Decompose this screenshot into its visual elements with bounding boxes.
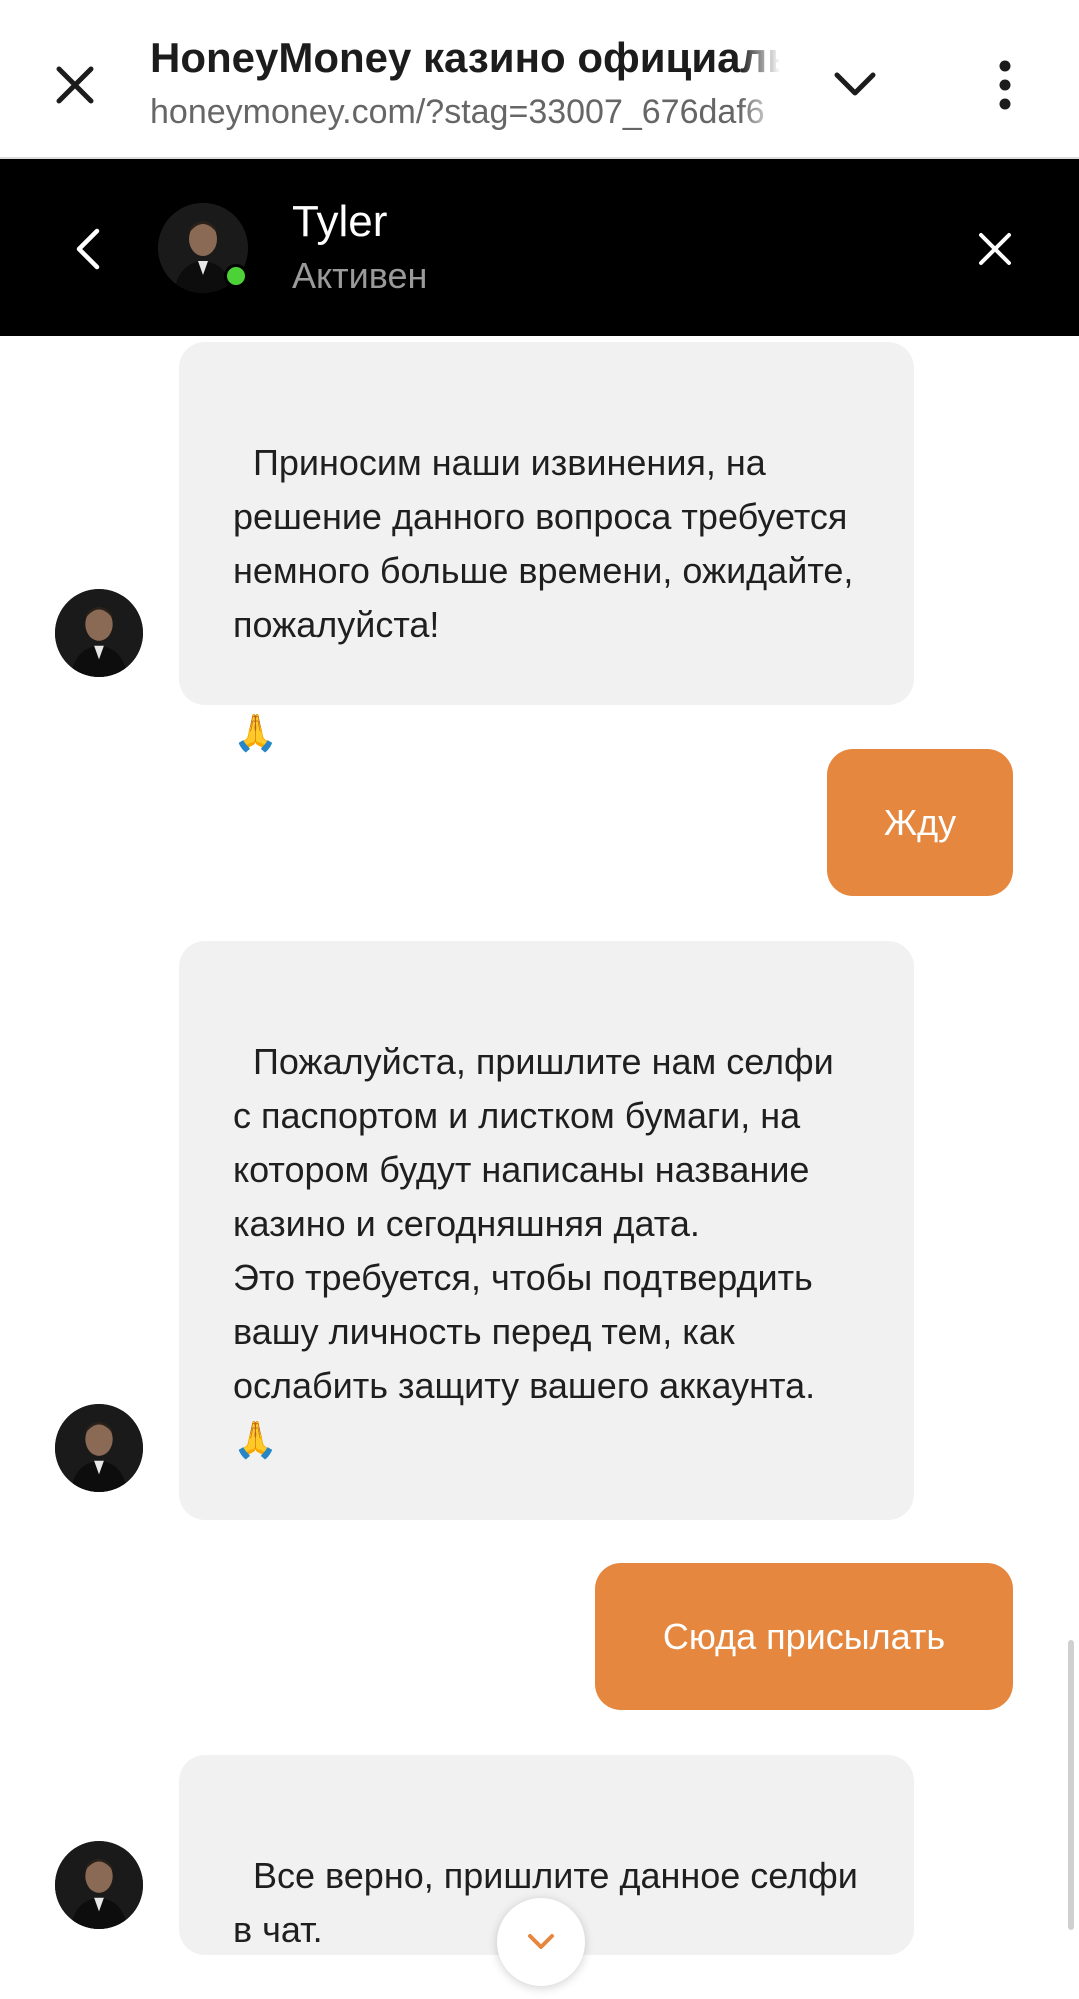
title-fade xyxy=(740,30,780,140)
close-icon[interactable] xyxy=(960,214,1030,284)
page-title: HoneyMoney казино официаль xyxy=(150,34,780,81)
browser-toolbar: HoneyMoney казино официаль honeymoney.co… xyxy=(0,0,1079,159)
chevron-down-icon[interactable] xyxy=(820,50,890,120)
page-url[interactable]: honeymoney.com/?stag=33007_676daf6 xyxy=(150,93,780,132)
message-text: Пожалуйста, пришлите нам селфи с паспорт… xyxy=(233,1041,834,1406)
incoming-message: Приносим наши извинения, на решение данн… xyxy=(179,342,914,754)
outgoing-message: Сюда присылать xyxy=(595,1563,1013,1710)
scroll-down-button[interactable] xyxy=(497,1898,585,1986)
chat-header: Tyler Активен xyxy=(0,159,1079,336)
chevron-down-icon xyxy=(528,1934,554,1949)
agent-status: Активен xyxy=(292,255,428,296)
praying-hands-emoji: 🙏 xyxy=(233,713,278,754)
avatar xyxy=(55,1841,143,1929)
more-vertical-icon[interactable] xyxy=(970,50,1040,120)
agent-name: Tyler xyxy=(292,197,388,246)
message-text: Сюда присылать xyxy=(662,1615,946,1657)
praying-hands-emoji: 🙏 xyxy=(233,1420,278,1461)
message-text: Жду xyxy=(883,801,957,843)
online-status-dot xyxy=(224,264,248,288)
avatar xyxy=(55,589,143,677)
scrollbar[interactable] xyxy=(1068,1640,1074,1930)
close-icon[interactable] xyxy=(40,50,110,120)
outgoing-message: Жду xyxy=(827,749,1013,896)
chevron-left-icon[interactable] xyxy=(55,214,120,284)
message-text: Приносим наши извинения, на решение данн… xyxy=(233,442,864,645)
incoming-message: Пожалуйста, пришлите нам селфи с паспорт… xyxy=(179,941,914,1520)
avatar xyxy=(55,1404,143,1492)
